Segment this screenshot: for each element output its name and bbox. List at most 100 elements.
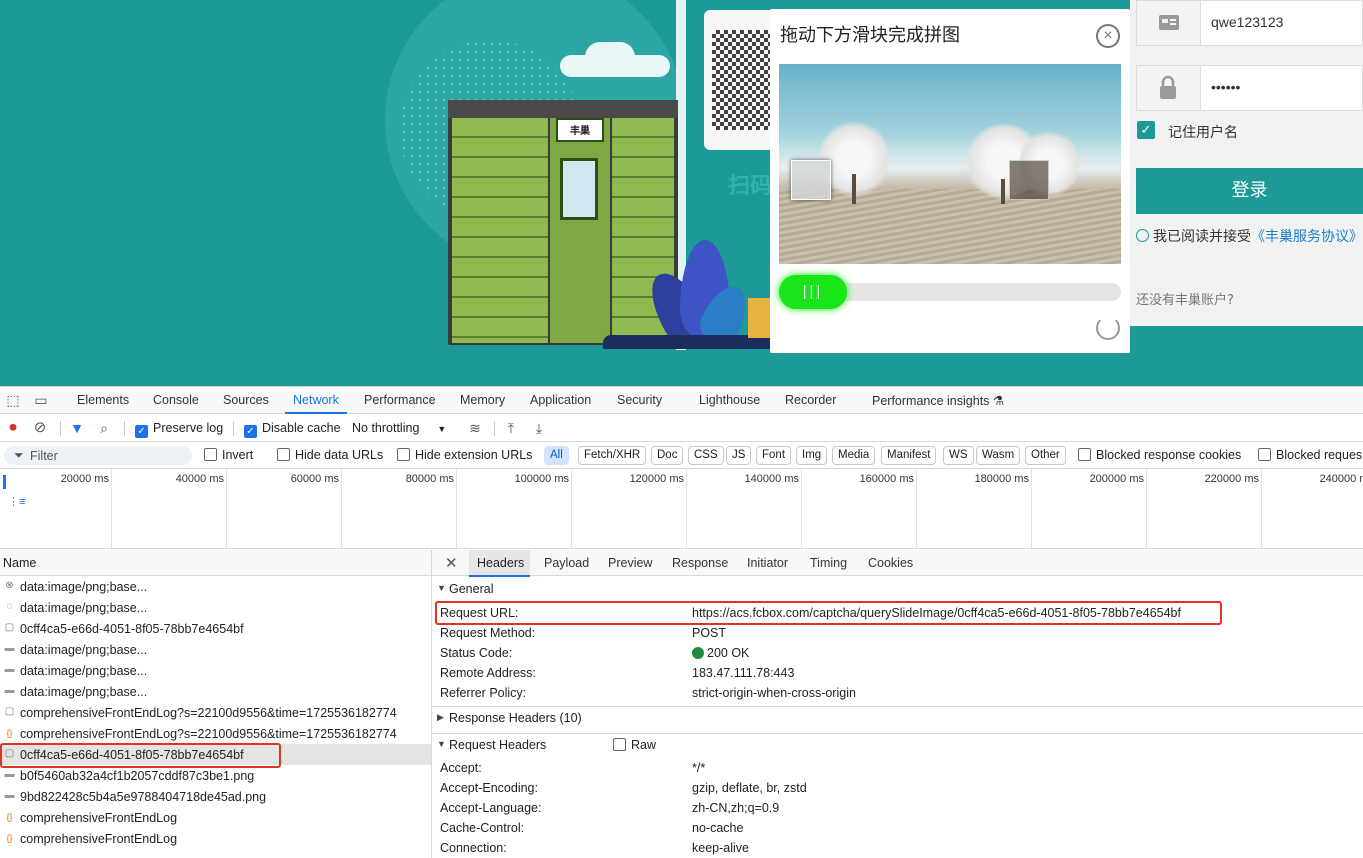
remember-checkbox[interactable]: ✓ bbox=[1137, 121, 1155, 139]
tab-application[interactable]: Application bbox=[530, 393, 591, 407]
request-headers-section[interactable]: ▼ Request Headers Raw bbox=[432, 733, 1363, 755]
response-headers-section[interactable]: ▶ Response Headers (10) bbox=[432, 706, 1363, 728]
request-row[interactable]: ▢ comprehensiveFrontEndLog?s=22100d9556&t… bbox=[0, 702, 431, 723]
checkbox-icon bbox=[613, 738, 626, 751]
type-filter-js[interactable]: JS bbox=[726, 446, 752, 465]
type-filter-all[interactable]: All bbox=[544, 446, 569, 465]
highlight-box-url bbox=[435, 601, 1222, 625]
slider-handle[interactable]: ||| bbox=[779, 275, 847, 309]
username-field[interactable]: qwe123123 bbox=[1136, 0, 1363, 46]
tab-console[interactable]: Console bbox=[153, 393, 199, 407]
header-value: strict-origin-when-cross-origin bbox=[692, 686, 856, 700]
tab-timing[interactable]: Timing bbox=[810, 556, 847, 570]
timeline-tick-label: 180000 ms bbox=[974, 473, 1029, 485]
toolbar-separator bbox=[494, 421, 495, 436]
image-icon: ▬ bbox=[4, 769, 15, 780]
request-row[interactable]: ◌ data:image/png;base... bbox=[0, 597, 431, 618]
type-filter-css[interactable]: CSS bbox=[688, 446, 724, 465]
toolbar-separator bbox=[60, 421, 61, 436]
refresh-icon[interactable] bbox=[1096, 316, 1120, 340]
type-filter-other[interactable]: Other bbox=[1025, 446, 1066, 465]
request-headers-title: Request Headers bbox=[449, 738, 547, 752]
type-filter-wasm[interactable]: Wasm bbox=[976, 446, 1021, 465]
blocked-response-cookies-checkbox[interactable]: Blocked response cookies bbox=[1078, 448, 1241, 462]
tab-performance-insights[interactable]: Performance insights ⚗ bbox=[872, 393, 1004, 408]
download-icon[interactable]: ⤓ bbox=[531, 420, 547, 436]
tab-response[interactable]: Response bbox=[672, 556, 728, 570]
login-button[interactable]: 登录 bbox=[1136, 168, 1363, 214]
filter-input[interactable]: ⏷ Filter bbox=[4, 446, 192, 465]
general-section-header[interactable]: ▼ General bbox=[432, 578, 1363, 600]
tab-performance[interactable]: Performance bbox=[364, 393, 436, 407]
request-row[interactable]: ▬ data:image/png;base... bbox=[0, 639, 431, 660]
blocked-requests-checkbox[interactable]: Blocked reques bbox=[1258, 448, 1362, 462]
invert-checkbox[interactable]: Invert bbox=[204, 448, 253, 462]
timeline-overview[interactable]: ⋮≡ 20000 ms 40000 ms 60000 ms 80000 ms 10000… bbox=[0, 469, 1363, 549]
request-name: data:image/png;base... bbox=[20, 580, 148, 594]
preserve-log-label: Preserve log bbox=[153, 421, 224, 435]
request-row[interactable]: ⊗ data:image/png;base... bbox=[0, 576, 431, 597]
request-row[interactable]: ▢ 0cff4ca5-e66d-4051-8f05-78bb7e4654bf bbox=[0, 618, 431, 639]
upload-icon[interactable]: ⤒ bbox=[503, 420, 519, 436]
accept-language-row: Accept-Language: zh-CN,zh;q=0.9 bbox=[432, 798, 1363, 818]
request-row[interactable]: {} comprehensiveFrontEndLog bbox=[0, 828, 431, 849]
tab-recorder[interactable]: Recorder bbox=[785, 393, 836, 407]
inspect-element-icon[interactable]: ⬚ bbox=[5, 392, 21, 408]
tab-initiator[interactable]: Initiator bbox=[747, 556, 788, 570]
type-filter-media[interactable]: Media bbox=[832, 446, 876, 465]
triangle-down-icon: ▼ bbox=[437, 739, 446, 749]
response-headers-title: Response Headers (10) bbox=[449, 711, 582, 725]
name-column-header[interactable]: Name bbox=[0, 550, 431, 576]
request-row[interactable]: ▬ data:image/png;base... bbox=[0, 660, 431, 681]
status-ok-icon bbox=[692, 647, 704, 659]
password-field[interactable]: •••••• bbox=[1136, 65, 1363, 111]
qr-code[interactable] bbox=[712, 30, 774, 130]
checkbox-icon bbox=[397, 448, 410, 461]
image-icon: ▬ bbox=[4, 685, 15, 696]
filter-icon[interactable]: ▼ bbox=[69, 420, 85, 436]
flask-icon: ⚗ bbox=[992, 394, 1005, 408]
disable-cache-checkbox[interactable]: ✓ Disable cache bbox=[244, 421, 341, 438]
type-filter-font[interactable]: Font bbox=[756, 446, 792, 465]
request-row[interactable]: ▬ b0f5460ab32a4cf1b2057cddf87c3be1.png bbox=[0, 765, 431, 786]
header-key: Referrer Policy: bbox=[440, 686, 527, 700]
hide-data-urls-checkbox[interactable]: Hide data URLs bbox=[277, 448, 383, 462]
request-row[interactable]: {} comprehensiveFrontEndLog bbox=[0, 807, 431, 828]
puzzle-piece[interactable] bbox=[791, 160, 831, 200]
agreement-link[interactable]: 《丰巢服务协议》 bbox=[1251, 229, 1363, 245]
clear-icon[interactable]: ⊘ bbox=[32, 420, 48, 436]
document-icon: ▢ bbox=[4, 706, 15, 717]
tab-cookies[interactable]: Cookies bbox=[868, 556, 913, 570]
preserve-log-checkbox[interactable]: ✓ Preserve log bbox=[135, 421, 223, 438]
throttling-select[interactable]: No throttling ▼ bbox=[352, 421, 446, 435]
request-row[interactable]: ▬ 9bd822428c5b4a5e9788404718de45ad.png bbox=[0, 786, 431, 807]
tab-elements[interactable]: Elements bbox=[77, 393, 129, 407]
tab-headers[interactable]: Headers bbox=[477, 556, 524, 570]
request-row[interactable]: {} comprehensiveFrontEndLog?s=22100d9556&… bbox=[0, 723, 431, 744]
search-icon[interactable]: ⌕ bbox=[96, 420, 112, 436]
record-icon[interactable]: ⏺ bbox=[5, 420, 21, 436]
close-icon[interactable]: × bbox=[1096, 24, 1120, 48]
device-toolbar-icon[interactable]: ▭ bbox=[33, 392, 49, 408]
hide-extension-urls-checkbox[interactable]: Hide extension URLs bbox=[397, 448, 532, 462]
close-icon[interactable]: ✕ bbox=[445, 554, 458, 572]
type-filter-ws[interactable]: WS bbox=[943, 446, 974, 465]
tab-memory[interactable]: Memory bbox=[460, 393, 505, 407]
type-filter-doc[interactable]: Doc bbox=[651, 446, 684, 465]
cache-control-row: Cache-Control: no-cache bbox=[432, 818, 1363, 838]
network-conditions-icon[interactable]: ≋ bbox=[467, 420, 483, 436]
tab-preview[interactable]: Preview bbox=[608, 556, 652, 570]
agree-check-icon[interactable] bbox=[1136, 229, 1149, 242]
tab-security[interactable]: Security bbox=[617, 393, 662, 407]
checkbox-checked-icon: ✓ bbox=[244, 425, 257, 438]
type-filter-manifest[interactable]: Manifest bbox=[881, 446, 937, 465]
no-account-text[interactable]: 还没有丰巢账户? bbox=[1136, 289, 1234, 308]
request-row[interactable]: ▬ data:image/png;base... bbox=[0, 681, 431, 702]
type-filter-fetch-xhr[interactable]: Fetch/XHR bbox=[578, 446, 647, 465]
tab-payload[interactable]: Payload bbox=[544, 556, 589, 570]
tab-network[interactable]: Network bbox=[285, 393, 347, 414]
type-filter-img[interactable]: Img bbox=[796, 446, 828, 465]
raw-checkbox[interactable]: Raw bbox=[613, 738, 656, 752]
tab-sources[interactable]: Sources bbox=[223, 393, 269, 407]
tab-lighthouse[interactable]: Lighthouse bbox=[699, 393, 760, 407]
